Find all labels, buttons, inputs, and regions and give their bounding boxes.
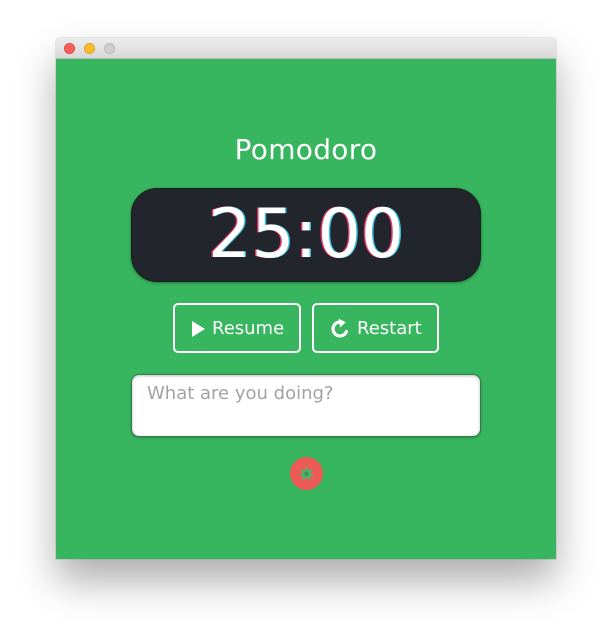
resume-button[interactable]: Resume — [173, 303, 301, 353]
timer-value: 25:00 — [208, 195, 404, 274]
window-minimize-button[interactable] — [84, 43, 95, 54]
restart-icon — [331, 318, 349, 338]
tomato-icon[interactable] — [290, 457, 323, 490]
restart-button[interactable]: Restart — [312, 303, 439, 353]
timer-display: 25:00 — [131, 188, 481, 282]
window-maximize-button[interactable] — [104, 43, 115, 54]
resume-button-label: Resume — [212, 318, 285, 339]
window-titlebar[interactable] — [56, 38, 556, 59]
app-window: Pomodoro 25:00 Resume Restart — [56, 38, 556, 559]
app-title: Pomodoro — [234, 133, 378, 166]
window-close-button[interactable] — [64, 43, 75, 54]
play-icon — [192, 321, 205, 337]
task-input[interactable] — [131, 374, 481, 437]
restart-button-label: Restart — [357, 318, 422, 339]
app-content: Pomodoro 25:00 Resume Restart — [56, 59, 556, 559]
